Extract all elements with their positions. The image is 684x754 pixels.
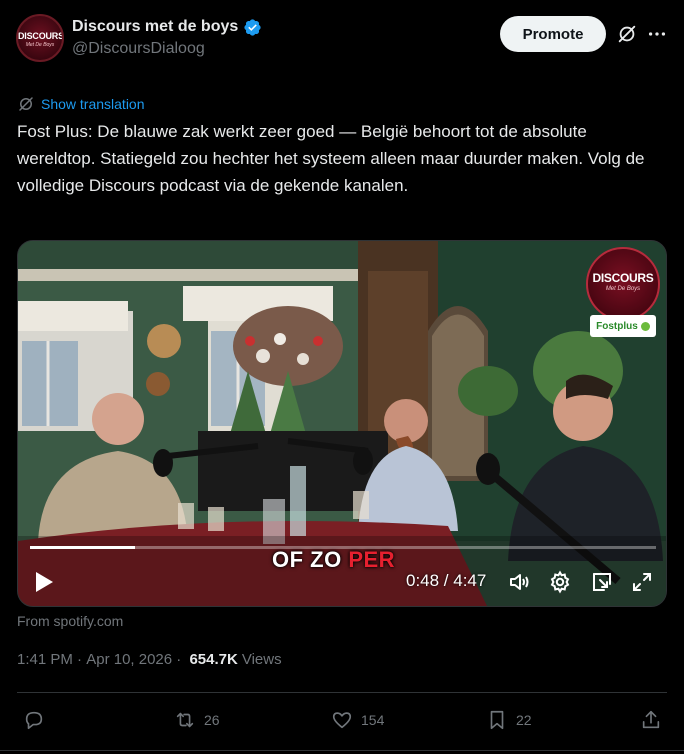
video-subtitle: OF ZO PER [272,547,395,573]
sponsor-logo: Fostplus [590,315,656,337]
media-source-link[interactable]: From spotify.com [17,613,123,629]
bookmark-button[interactable]: 22 [486,708,532,732]
tweet-date[interactable]: Apr 10, 2026 [86,651,172,668]
divider [17,692,667,693]
tweet-time[interactable]: 1:41 PM [17,651,73,668]
meta-separator: · [172,651,186,668]
avatar-logo-subtext: Met De Boys [25,42,55,48]
reply-button[interactable] [23,708,45,732]
bookmark-count: 22 [516,712,532,728]
volume-icon[interactable] [508,570,532,594]
more-options-icon[interactable] [646,23,668,45]
translate-icon [19,97,33,111]
discours-logo: DISCOURS Met De Boys [586,247,660,321]
verified-badge-icon [244,18,261,36]
sponsor-logo-text: Fostplus [596,320,638,332]
show-translation[interactable]: Show translation [17,95,145,113]
promote-button[interactable]: Promote [500,16,606,52]
views-label: Views [241,651,282,668]
fullscreen-icon[interactable] [630,570,654,594]
bookmark-icon [490,710,504,730]
tweet-text: Fost Plus: De blauwe zak werkt zeer goed… [17,122,645,195]
sponsor-logo-mark [640,321,650,331]
reply-icon [25,711,43,730]
subtitle-text-red: PER [348,547,396,572]
settings-gear-icon[interactable] [548,570,572,594]
video-player[interactable]: DISCOURS Met De Boys Fostplus OF ZO PER … [17,240,667,607]
repost-count: 26 [204,712,220,728]
author-name-row: Discours met de boys [72,16,262,38]
display-name[interactable]: Discours met de boys [72,18,238,36]
repost-button[interactable]: 26 [174,708,220,732]
video-progress-fill [30,546,135,549]
repost-icon [176,712,194,728]
video-time: 0:48 / 4:47 [406,571,487,590]
bottom-divider [0,750,684,751]
handle[interactable]: @DiscoursDialoog [72,40,205,58]
like-button[interactable]: 154 [331,708,384,732]
views-count: 654.7K [189,651,238,668]
avatar-logo-text: DISCOURS [18,31,64,41]
discours-logo-text: DISCOURS [592,271,654,285]
grok-icon[interactable] [616,23,638,45]
avatar[interactable]: DISCOURS Met De Boys [16,14,64,62]
meta-separator: · [72,651,87,668]
play-icon[interactable] [34,571,54,593]
tweet-meta: 1:41 PM · Apr 10, 2026 · 654.7K Views [17,651,282,668]
picture-in-picture-icon[interactable] [590,570,614,594]
like-count: 154 [361,712,385,728]
show-translation-link[interactable]: Show translation [41,96,145,112]
subtitle-text-white: OF ZO [272,547,349,572]
share-button[interactable] [640,708,662,732]
share-icon [642,710,660,729]
heart-icon [332,712,352,729]
discours-logo-subtext: Met De Boys [605,286,641,292]
